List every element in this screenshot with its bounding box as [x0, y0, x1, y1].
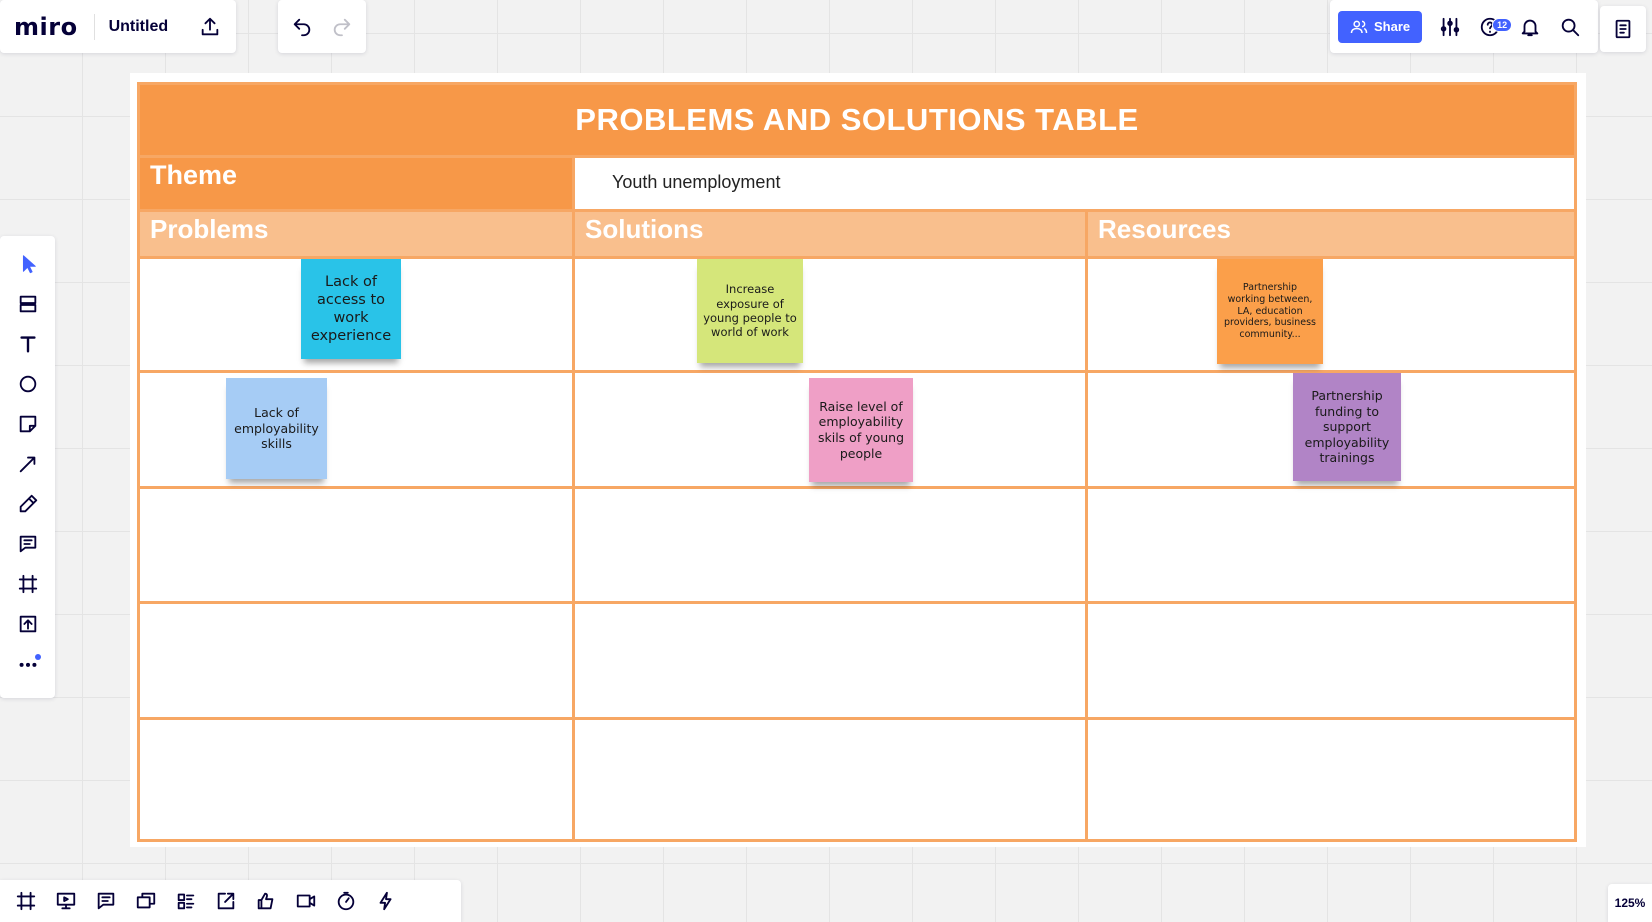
row-divider	[140, 601, 1574, 604]
pen-icon[interactable]	[0, 484, 55, 524]
activity-icon[interactable]	[366, 881, 406, 921]
video-chat-icon[interactable]	[126, 881, 166, 921]
screen-share-icon[interactable]	[206, 881, 246, 921]
sticky-note[interactable]: Lack of employability skills	[226, 378, 327, 479]
upload-icon[interactable]	[0, 604, 55, 644]
more-icon[interactable]	[0, 644, 55, 684]
search-icon[interactable]	[1550, 7, 1590, 47]
notes-panel	[1600, 6, 1646, 52]
frame-icon[interactable]	[0, 564, 55, 604]
sticky-note[interactable]: Partnership working between, LA, educati…	[1217, 259, 1323, 364]
row-divider	[140, 717, 1574, 720]
share-button[interactable]: Share	[1338, 10, 1423, 43]
row-divider	[140, 486, 1574, 489]
theme-value[interactable]: Youth unemployment	[575, 158, 1574, 209]
people-icon	[1350, 20, 1368, 33]
comments-icon[interactable]	[86, 881, 126, 921]
left-toolbar	[0, 236, 55, 698]
top-left-panel: miro Untitled	[0, 0, 237, 53]
sticky-note-icon[interactable]	[0, 404, 55, 444]
redo-icon[interactable]	[322, 7, 362, 47]
row-divider	[140, 209, 1574, 212]
comment-icon[interactable]	[0, 524, 55, 564]
column-header-solutions: Solutions	[575, 212, 1085, 256]
share-label: Share	[1374, 19, 1411, 34]
templates-icon[interactable]	[0, 284, 55, 324]
board-title[interactable]: Untitled	[109, 18, 169, 36]
divider	[93, 13, 95, 40]
sticky-note[interactable]: Lack of access to work experience	[301, 259, 401, 359]
timer-icon[interactable]	[326, 881, 366, 921]
text-icon[interactable]	[0, 324, 55, 364]
sticky-note[interactable]: Increase exposure of young people to wor…	[697, 259, 803, 363]
shape-icon[interactable]	[0, 364, 55, 404]
column-divider	[572, 158, 575, 842]
undo-icon[interactable]	[282, 7, 322, 47]
undo-redo-panel	[278, 0, 366, 53]
sticky-note[interactable]: Partnership funding to support employabi…	[1293, 373, 1401, 481]
voting-icon[interactable]	[246, 881, 286, 921]
column-header-resources: Resources	[1088, 212, 1574, 256]
sticky-note[interactable]: Raise level of employability skils of yo…	[809, 378, 913, 482]
table-title: PROBLEMS AND SOLUTIONS TABLE	[140, 85, 1574, 155]
settings-sliders-icon[interactable]	[1430, 7, 1470, 47]
top-right-panel: Share 12	[1330, 0, 1599, 53]
frames-icon[interactable]	[6, 881, 46, 921]
export-icon[interactable]	[190, 7, 230, 47]
bottom-toolbar	[0, 880, 461, 922]
new-indicator	[35, 654, 41, 660]
help-icon[interactable]: 12	[1470, 7, 1513, 47]
bell-icon[interactable]	[1510, 7, 1550, 47]
miro-logo[interactable]: miro	[14, 13, 78, 41]
row-divider	[140, 155, 1574, 158]
theme-label: Theme	[140, 158, 572, 209]
help-badge: 12	[1492, 17, 1513, 32]
notes-icon[interactable]	[1603, 9, 1643, 49]
card-list-icon[interactable]	[166, 881, 206, 921]
video-icon[interactable]	[286, 881, 326, 921]
zoom-level[interactable]: 125%	[1608, 884, 1652, 922]
column-header-problems: Problems	[140, 212, 572, 256]
select-icon[interactable]	[0, 244, 55, 284]
presentation-icon[interactable]	[46, 881, 86, 921]
column-divider	[1085, 212, 1088, 842]
connection-line-icon[interactable]	[0, 444, 55, 484]
